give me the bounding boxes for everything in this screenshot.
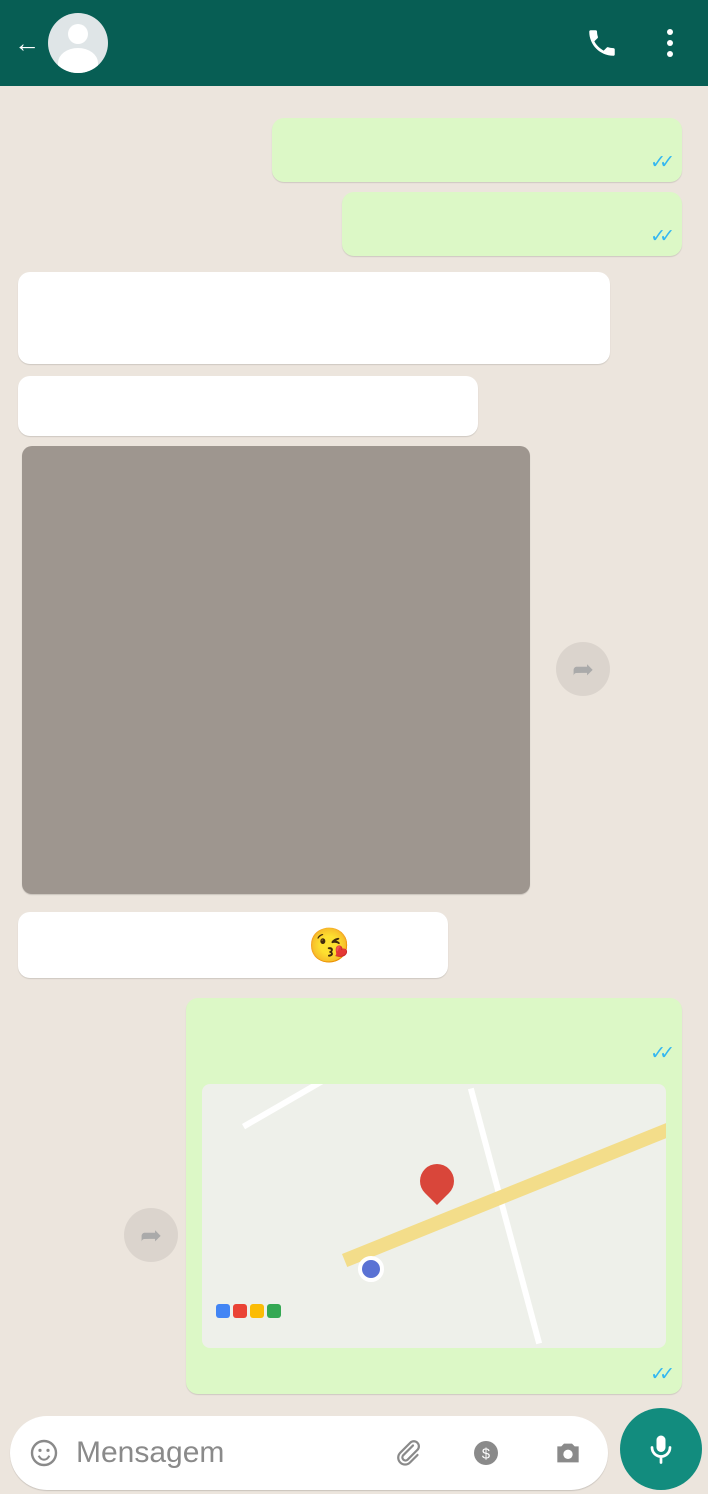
chat-header: ← <box>0 0 708 86</box>
contact-avatar[interactable] <box>48 13 108 73</box>
more-vertical-icon[interactable] <box>646 19 694 67</box>
map-road <box>242 1084 419 1130</box>
image-message[interactable] <box>22 446 530 894</box>
message-bubble-outgoing[interactable]: ✓✓ <box>272 118 682 182</box>
map-provider-logo <box>216 1304 281 1318</box>
message-bubble-outgoing[interactable]: ✓✓ ✓✓ <box>186 998 682 1394</box>
svg-text:$: $ <box>482 1446 490 1462</box>
message-list[interactable]: ✓✓ ✓✓ ➦ 😘 ✓✓ ✓✓ ➦ <box>0 86 708 1404</box>
mic-icon[interactable] <box>620 1408 702 1490</box>
paperclip-icon[interactable] <box>380 1416 436 1490</box>
current-location-icon <box>358 1256 384 1282</box>
message-meta: ✓✓ <box>644 1363 675 1386</box>
read-receipt-icon: ✓✓ <box>650 226 675 247</box>
message-composer: $ <box>10 1416 608 1490</box>
smiley-icon[interactable] <box>22 1416 66 1490</box>
message-meta: ✓✓ <box>644 151 675 174</box>
camera-icon[interactable] <box>540 1416 596 1490</box>
message-meta: ✓✓ <box>644 225 675 248</box>
map-pin-icon <box>412 1156 462 1206</box>
message-bubble-incoming[interactable] <box>18 376 478 436</box>
read-receipt-icon: ✓✓ <box>650 1043 675 1064</box>
message-input[interactable] <box>76 1416 376 1490</box>
read-receipt-icon: ✓✓ <box>650 1364 675 1385</box>
phone-icon[interactable] <box>578 19 626 67</box>
read-receipt-icon: ✓✓ <box>650 152 675 173</box>
location-map-preview[interactable] <box>202 1084 666 1348</box>
payment-icon[interactable]: $ <box>458 1416 514 1490</box>
forward-icon[interactable]: ➦ <box>124 1208 178 1262</box>
message-bubble-incoming[interactable]: 😘 <box>18 912 448 978</box>
forward-icon[interactable]: ➦ <box>556 642 610 696</box>
message-bubble-outgoing[interactable]: ✓✓ <box>342 192 682 256</box>
message-meta: ✓✓ <box>644 1042 675 1065</box>
map-road <box>342 1104 666 1267</box>
map-road <box>467 1087 543 1345</box>
emoji: 😘 <box>308 927 351 965</box>
arrow-left-icon[interactable]: ← <box>14 30 40 56</box>
message-bubble-incoming[interactable] <box>18 272 610 364</box>
